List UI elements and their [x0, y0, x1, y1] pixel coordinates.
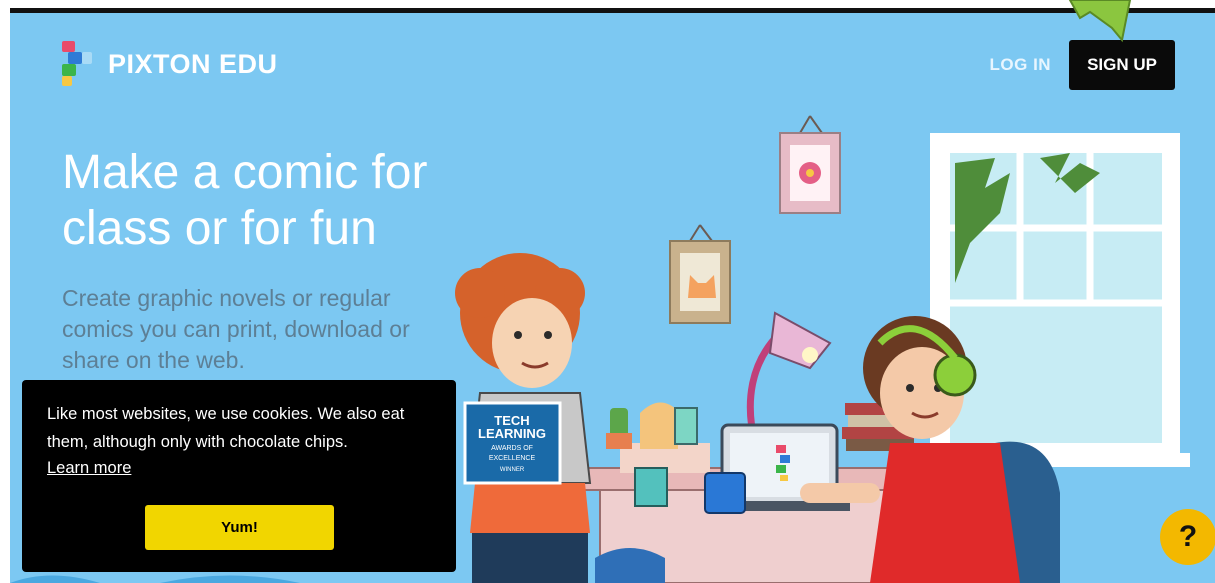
header-nav: LOG IN SIGN UP [990, 40, 1175, 90]
badge-line-4: EXCELLENCE [489, 455, 536, 462]
logo[interactable]: PIXTON EDU [62, 41, 278, 87]
backpack [595, 548, 665, 583]
pixton-logo-icon [62, 41, 92, 86]
top-border [0, 0, 1215, 13]
logo-text: PIXTON EDU [108, 48, 278, 79]
badge-line-3: AWARDS OF [491, 445, 533, 452]
accept-cookies-button[interactable]: Yum! [145, 505, 334, 550]
login-link[interactable]: LOG IN [990, 55, 1052, 75]
badge-line-2: LEARNING [478, 426, 546, 441]
badge-line-5: WINNER [500, 467, 525, 473]
floor-waves [10, 575, 300, 583]
hero-headline: Make a comic for class or for fun [62, 146, 428, 255]
learn-more-link[interactable]: Learn more [47, 459, 131, 478]
signup-button[interactable]: SIGN UP [1069, 40, 1175, 90]
cookie-message: Like most websites, we use cookies. We a… [47, 405, 405, 451]
wall-frames [669, 115, 841, 324]
hero-subtext: Create graphic novels or regular comics … [62, 285, 410, 373]
help-button[interactable]: ? [1160, 509, 1215, 565]
award-badge: TECH LEARNING AWARDS OF EXCELLENCE WINNE… [463, 401, 562, 485]
annotation-arrow-icon [1068, 0, 1132, 43]
cookie-banner: Like most websites, we use cookies. We a… [22, 380, 456, 572]
